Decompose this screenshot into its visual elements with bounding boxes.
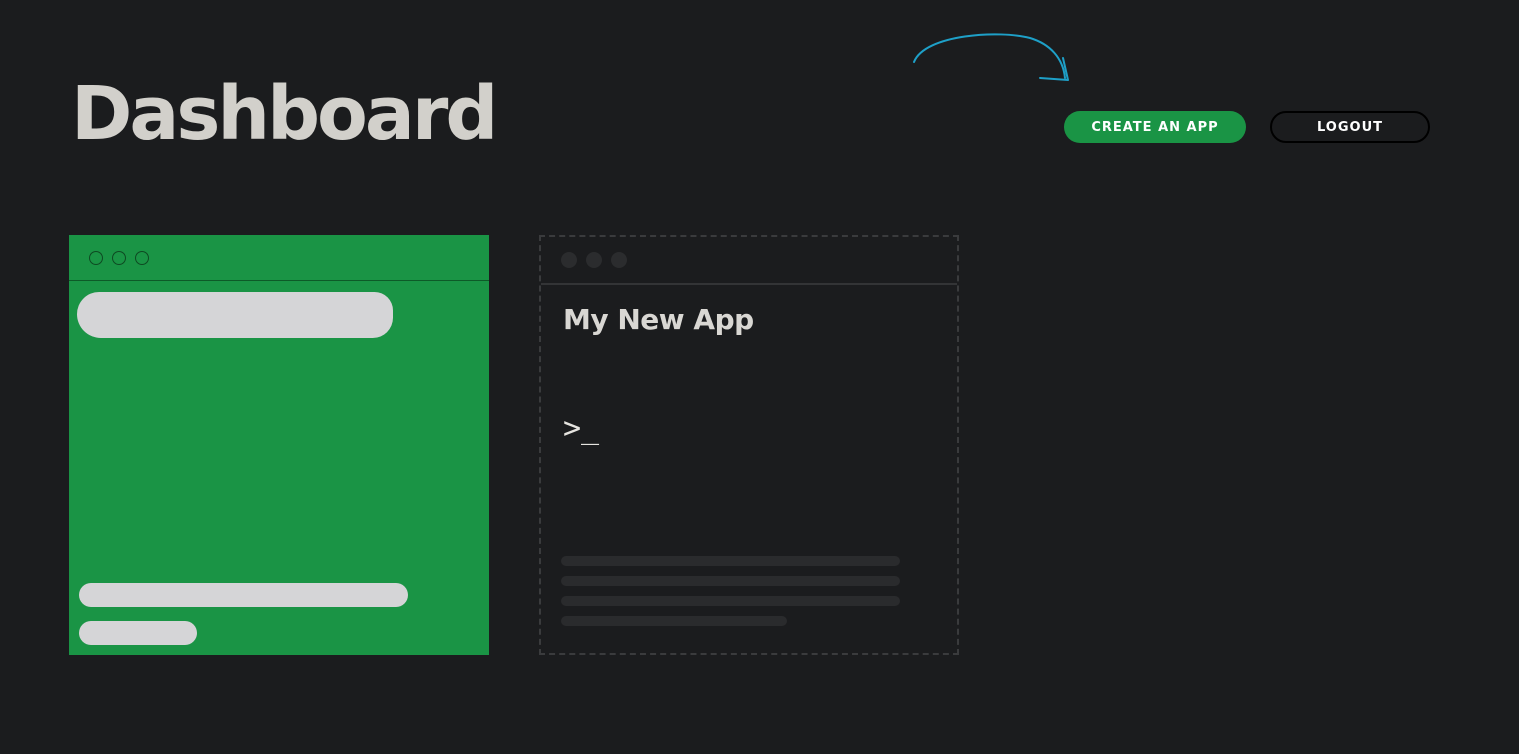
page-title: Dashboard — [71, 71, 498, 157]
new-app-card[interactable]: My New App >_ — [539, 235, 959, 655]
app-card[interactable] — [69, 235, 489, 655]
new-app-title: My New App — [563, 303, 754, 336]
create-app-button[interactable]: CREATE AN APP — [1064, 111, 1246, 143]
terminal-icon: >_ — [563, 411, 600, 446]
window-dot-icon — [112, 250, 126, 265]
placeholder-line — [561, 576, 900, 586]
app-card-header — [69, 235, 489, 281]
placeholder-line — [561, 596, 900, 606]
placeholder-line — [561, 556, 900, 566]
window-dot-icon — [611, 252, 627, 268]
redacted-app-description — [79, 583, 408, 607]
window-dot-icon — [561, 252, 577, 268]
window-dot-icon — [586, 252, 602, 268]
window-dot-icon — [89, 250, 103, 265]
annotation-arrow-icon — [913, 33, 1069, 81]
redacted-app-meta — [79, 621, 197, 645]
logout-button[interactable]: LOGOUT — [1270, 111, 1430, 143]
placeholder-line — [561, 616, 787, 626]
redacted-app-title — [77, 292, 393, 338]
window-dot-icon — [135, 250, 149, 265]
new-app-card-header — [541, 237, 957, 285]
